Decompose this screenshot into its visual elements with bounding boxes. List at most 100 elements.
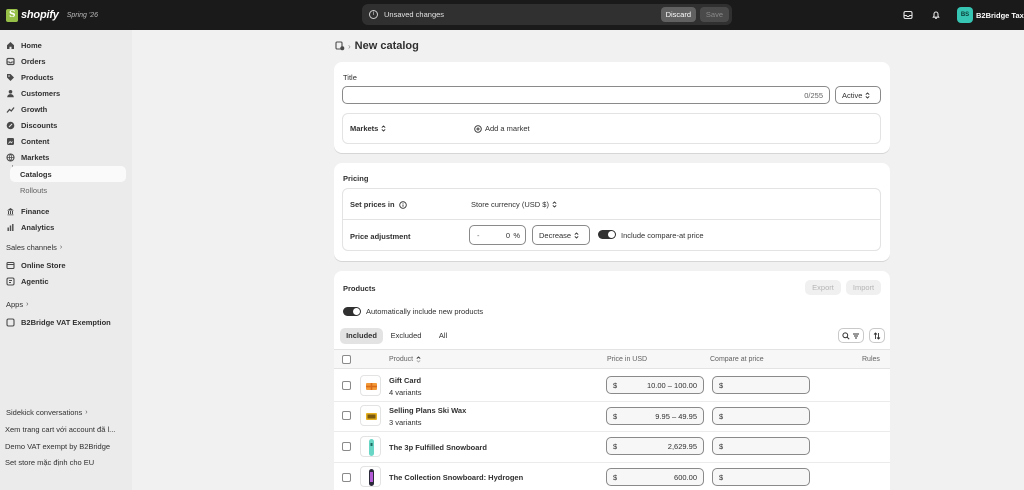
sidebar-item-orders[interactable]: Orders [6,54,46,68]
bell-icon[interactable] [929,8,943,22]
products-heading: Products [343,284,376,293]
page-header: › New catalog [335,40,419,52]
row-checkbox[interactable] [342,411,351,420]
add-market-button[interactable]: Add a market [474,124,530,133]
markets-box: Markets Add a market [342,113,881,144]
apps-header[interactable]: Apps › [6,300,28,309]
select-arrows-icon [552,201,557,208]
compare-at-toggle[interactable] [598,230,616,239]
row-checkbox[interactable] [342,442,351,451]
product-variants: 4 variants [389,388,422,397]
import-button[interactable]: Import [846,280,881,295]
store-name[interactable]: B2Bridge Tax E [976,11,1024,20]
export-button[interactable]: Export [805,280,841,295]
column-product[interactable]: Product [389,356,421,363]
row-checkbox[interactable] [342,473,351,482]
conversation-item[interactable]: Xem trang cart với account đã l... [5,425,127,434]
select-all-checkbox[interactable] [342,355,351,364]
compare-at-input[interactable]: $ [712,407,810,425]
sidebar-item-label: Markets [21,152,50,162]
conversation-item[interactable]: Demo VAT exempt by B2Bridge [5,442,127,451]
version-label: Spring '26 [66,11,99,19]
sidebar-item-b2bridge-app[interactable]: B2Bridge VAT Exemption [6,315,111,329]
status-select[interactable]: Active [835,86,881,104]
unsaved-message: Unsaved changes [384,10,445,19]
sidebar-item-content[interactable]: Content [6,134,49,148]
sidebar-item-rollouts[interactable]: Rollouts [10,182,47,198]
sort-button[interactable] [869,328,885,343]
product-name[interactable]: The 3p Fulfilled Snowboard [389,443,487,452]
sidekick-label: Sidekick conversations [6,408,83,417]
sidebar-item-label: Home [21,40,42,50]
store-icon [6,261,15,270]
currency-symbol: $ [719,473,724,482]
price-input[interactable]: $ 2,629.95 [606,437,704,455]
currency-select[interactable]: Store currency (USD $) [471,200,557,209]
sidebar-item-growth[interactable]: Growth [6,102,47,116]
conversation-item[interactable]: Set store mặc định cho EU [5,458,127,467]
tab-included[interactable]: Included [340,328,383,344]
direction-select[interactable]: Decrease [532,225,590,245]
inbox-icon[interactable] [901,8,915,22]
product-name[interactable]: Selling Plans Ski Wax [389,406,466,415]
row-divider [334,431,890,432]
shopify-logo[interactable]: shopify Spring '26 [6,8,99,22]
price-value: 9.95 – 49.95 [655,412,697,421]
sidebar-item-discounts[interactable]: Discounts [6,118,57,132]
price-adjustment-input[interactable]: - 0 % [469,225,526,245]
sidebar-item-products[interactable]: Products [6,70,54,84]
sidekick-conversations-header[interactable]: Sidekick conversations › [6,408,88,417]
sidebar-item-home[interactable]: Home [6,38,42,52]
save-button[interactable]: Save [699,7,729,22]
catalog-icon[interactable] [335,41,345,51]
snowboard-hydrogen-thumbnail [360,466,381,487]
sidebar-item-analytics[interactable]: Analytics [6,220,54,234]
product-name[interactable]: Gift Card [389,376,421,385]
sidebar-item-agentic[interactable]: Agentic [6,274,49,288]
sidebar-item-catalogs[interactable]: Catalogs [10,166,126,182]
compare-at-input[interactable]: $ [712,437,810,455]
sidebar-item-label: Products [21,72,54,82]
add-market-label: Add a market [485,124,530,133]
compare-at-input[interactable]: $ [712,376,810,394]
row-divider [334,462,890,463]
search-filter-button[interactable] [838,328,864,343]
auto-include-label: Automatically include new products [366,307,484,316]
tab-excluded[interactable]: Excluded [387,328,425,344]
currency-symbol: $ [613,442,618,451]
title-label: Title [343,73,357,82]
price-input[interactable]: $ 9.95 – 49.95 [606,407,704,425]
sidebar-item-label: Analytics [21,222,55,232]
tab-all[interactable]: All [430,328,456,344]
agentic-icon [6,276,15,286]
sidebar-item-label: Content [21,136,50,146]
row-checkbox[interactable] [342,381,351,390]
column-price: Price in USD [607,356,648,363]
store-avatar[interactable]: BS [957,7,973,23]
set-prices-label: Set prices in [350,200,395,209]
price-input[interactable]: $ 10.00 – 100.00 [606,376,704,394]
discard-button[interactable]: Discard [660,7,696,22]
sales-channels-header[interactable]: Sales channels › [6,243,62,252]
sidebar-item-markets[interactable]: Markets [6,150,49,164]
orders-icon [6,57,15,66]
page-title: New catalog [354,40,419,52]
title-input[interactable]: 0/255 [342,86,830,104]
column-rules: Rules [862,356,880,363]
markets-selector[interactable]: Markets [350,124,386,133]
growth-icon [6,105,15,114]
sidebar-item-customers[interactable]: Customers [6,86,60,100]
snowboard-thumbnail [360,436,381,457]
product-name[interactable]: The Collection Snowboard: Hydrogen [389,473,523,482]
sidebar: Home Orders Products Customers Growth Di… [0,30,132,490]
auto-include-toggle[interactable] [343,307,361,316]
sidebar-item-finance[interactable]: Finance [6,204,49,218]
sales-channels-label: Sales channels [6,243,57,252]
info-icon[interactable] [398,200,407,209]
sidebar-item-online-store[interactable]: Online Store [6,258,66,272]
currency-symbol: $ [613,473,618,482]
globe-icon [6,152,15,162]
compare-at-input[interactable]: $ [712,468,810,486]
status-value: Active [842,90,863,100]
price-input[interactable]: $ 600.00 [606,468,704,486]
